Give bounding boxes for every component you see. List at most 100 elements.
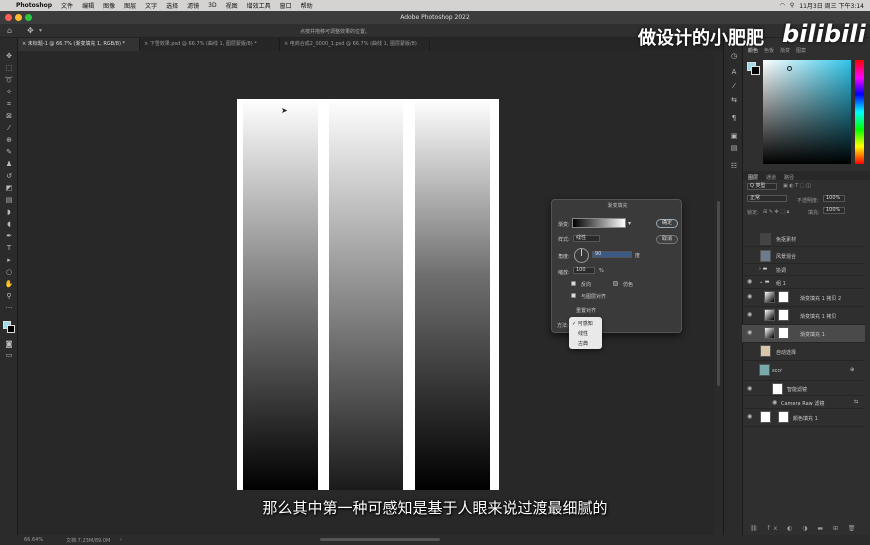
- opacity-input[interactable]: 100%: [823, 195, 845, 202]
- menu-filter[interactable]: 滤镜: [187, 1, 199, 10]
- ok-button[interactable]: 确定: [656, 219, 678, 228]
- layer-group-row[interactable]: ◉ ⌄ ▬ 组 1: [742, 276, 865, 289]
- brush-tool-icon[interactable]: ✎: [4, 148, 14, 156]
- magic-wand-icon[interactable]: ✧: [4, 88, 14, 96]
- layer-row[interactable]: ◉ 颜色填充 1: [742, 409, 865, 427]
- actions-icon[interactable]: ☷: [729, 162, 739, 170]
- blend-mode-select[interactable]: 正常: [747, 195, 787, 202]
- eye-icon[interactable]: ◉: [747, 311, 752, 318]
- tab-paths[interactable]: 路径: [784, 174, 794, 181]
- color-picker-cursor[interactable]: [787, 66, 792, 71]
- layer-row[interactable]: ◉ 渐变填充 1 拷贝: [742, 307, 865, 325]
- quick-mask-icon[interactable]: ◙: [4, 340, 14, 348]
- eye-icon[interactable]: ◉: [772, 399, 777, 406]
- layer-row[interactable]: 免抠素材: [742, 231, 865, 247]
- menu-type[interactable]: 文字: [145, 1, 157, 10]
- layers-footer-icons[interactable]: ⛓ fx ◐ ◑ ▬ ⊞ 🗑︎: [742, 525, 870, 535]
- maximize-window-button[interactable]: [25, 14, 32, 21]
- marquee-tool-icon[interactable]: ⬚: [4, 64, 14, 72]
- chevron-down-icon[interactable]: ▾: [628, 220, 631, 227]
- background-color-swatch[interactable]: [7, 325, 15, 333]
- angle-input[interactable]: 90: [592, 251, 632, 258]
- blur-tool-icon[interactable]: ◗: [4, 208, 14, 216]
- method-option-perceptual[interactable]: ✓ 可感知: [572, 320, 593, 327]
- move-tool-icon[interactable]: ✥: [4, 52, 14, 60]
- panel-background-swatch[interactable]: [751, 66, 760, 75]
- scrollbar-thumb[interactable]: [717, 201, 720, 386]
- tab-layers[interactable]: 图层: [748, 174, 758, 181]
- close-window-button[interactable]: [5, 14, 12, 21]
- minimize-window-button[interactable]: [15, 14, 22, 21]
- hand-tool-icon[interactable]: ✋: [4, 280, 14, 288]
- brush-settings-icon[interactable]: ⁄: [729, 82, 739, 90]
- horizontal-scrollbar[interactable]: [320, 538, 440, 541]
- app-name[interactable]: Photoshop: [16, 2, 52, 9]
- layer-row[interactable]: ◉ 渐变填充 1 拷贝 2: [742, 289, 865, 307]
- stamp-tool-icon[interactable]: ♟: [4, 160, 14, 168]
- tab-swatches[interactable]: 色板: [764, 47, 774, 54]
- history-icon[interactable]: ◷: [729, 52, 739, 60]
- scale-input[interactable]: 100: [573, 267, 595, 274]
- eye-icon[interactable]: ◉: [747, 329, 752, 336]
- menu-plugins[interactable]: 增效工具: [247, 1, 271, 10]
- vertical-scrollbar[interactable]: [714, 51, 723, 535]
- zoom-tool-icon[interactable]: ⚲: [4, 292, 14, 300]
- layer-row[interactable]: 风景混合: [742, 248, 865, 264]
- gradient-preview[interactable]: [572, 218, 626, 228]
- shape-tool-icon[interactable]: ○: [4, 268, 14, 276]
- menu-edit[interactable]: 编辑: [82, 1, 94, 10]
- screen-mode-icon[interactable]: ▭: [4, 351, 14, 359]
- eraser-tool-icon[interactable]: ◩: [4, 184, 14, 192]
- layer-row[interactable]: sccr ⊕: [742, 361, 865, 381]
- layer-group-row[interactable]: › ▬ 协调: [742, 263, 865, 276]
- eye-icon[interactable]: ◉: [747, 385, 752, 392]
- move-tool-icon[interactable]: ✥: [27, 26, 34, 35]
- menu-image[interactable]: 图像: [103, 1, 115, 10]
- layer-row-selected[interactable]: ◉ 渐变填充 1: [742, 325, 865, 343]
- lock-icons[interactable]: ⊞ ✎ ✥ ⬚ 🔒︎: [763, 209, 789, 215]
- lasso-tool-icon[interactable]: ➰: [4, 76, 14, 84]
- cancel-button[interactable]: 取消: [656, 235, 678, 244]
- type-tool-icon[interactable]: T: [4, 244, 14, 252]
- filter-row[interactable]: ◉ Camera Raw 滤镜 ⇆: [742, 396, 865, 409]
- tab-channels[interactable]: 通道: [766, 174, 776, 181]
- dodge-tool-icon[interactable]: ◖: [4, 220, 14, 228]
- menu-view[interactable]: 视图: [226, 1, 238, 10]
- more-tools-icon[interactable]: ···: [4, 304, 14, 312]
- filter-options-icon[interactable]: ⇆: [854, 399, 858, 405]
- document-info[interactable]: 文档:7.23M/89.0M: [66, 537, 110, 544]
- layer-filter-icons[interactable]: ▣ ◐ T ⬚ ◫: [783, 183, 811, 189]
- libraries-icon[interactable]: ▣: [729, 132, 739, 140]
- smart-filters-row[interactable]: ◉ 智能滤镜: [742, 381, 865, 396]
- history-brush-icon[interactable]: ↺: [4, 172, 14, 180]
- hue-slider[interactable]: [855, 60, 864, 164]
- style-select[interactable]: 线性: [573, 235, 600, 242]
- reset-alignment-button[interactable]: 重置对齐: [576, 307, 596, 314]
- tab-patterns[interactable]: 图案: [796, 47, 806, 54]
- menu-file[interactable]: 文件: [61, 1, 73, 10]
- crop-tool-icon[interactable]: ⌗: [4, 100, 14, 108]
- menu-layer[interactable]: 图层: [124, 1, 136, 10]
- search-icon[interactable]: ⚲: [790, 2, 794, 9]
- pen-tool-icon[interactable]: ✒: [4, 232, 14, 240]
- reverse-checkbox[interactable]: [571, 281, 576, 286]
- tab-untitled-1[interactable]: × 未标题-1 @ 66.7% (渐变填充 1, RGB/8) *: [18, 38, 140, 51]
- tab-gradients[interactable]: 渐变: [780, 47, 790, 54]
- layer-kind-filter[interactable]: Q 类型: [747, 183, 777, 190]
- eye-icon[interactable]: ◉: [747, 413, 752, 420]
- healing-brush-icon[interactable]: ⊕: [4, 136, 14, 144]
- fill-input[interactable]: 100%: [823, 207, 845, 214]
- chevron-down-icon[interactable]: ▾: [39, 27, 42, 34]
- home-icon[interactable]: ⌂: [7, 26, 12, 35]
- gradient-tool-icon[interactable]: ▤: [4, 196, 14, 204]
- wifi-icon[interactable]: ◠: [780, 2, 785, 9]
- path-select-icon[interactable]: ▸: [4, 256, 14, 264]
- eye-icon[interactable]: ◉: [747, 293, 752, 300]
- adjustments-icon[interactable]: ⇆: [729, 96, 739, 104]
- method-option-classic[interactable]: 古典: [578, 340, 588, 347]
- tab-snow-effect[interactable]: × 下雪效果.psd @ 66.7% (曲线 1, 图层蒙版/8) *: [140, 38, 280, 51]
- properties-icon[interactable]: ▤: [729, 144, 739, 152]
- document-canvas[interactable]: [237, 99, 499, 490]
- menu-help[interactable]: 帮助: [301, 1, 313, 10]
- eye-icon[interactable]: ◉: [747, 278, 752, 285]
